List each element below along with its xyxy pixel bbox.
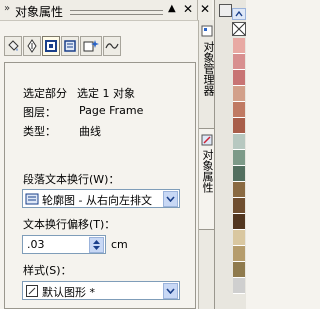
- triangle-up-icon[interactable]: ▲: [168, 3, 176, 14]
- color-swatch[interactable]: [233, 214, 245, 230]
- effects-tab[interactable]: [80, 36, 102, 56]
- color-swatch[interactable]: [233, 38, 245, 54]
- color-swatch[interactable]: [233, 102, 245, 118]
- fill-bucket-icon: [8, 40, 19, 51]
- header-separator: [197, 0, 198, 20]
- paragraph-frame-tab[interactable]: [61, 36, 79, 56]
- fill-tab[interactable]: [4, 36, 22, 56]
- color-swatch[interactable]: [233, 166, 245, 182]
- chevron-down-icon[interactable]: [163, 191, 178, 207]
- selection-label: 选定部分: [23, 87, 67, 100]
- color-swatch[interactable]: [233, 182, 245, 198]
- wave-icon: [105, 43, 119, 49]
- offset-value: .03: [27, 238, 45, 251]
- palette-scroll-up-button[interactable]: [232, 8, 246, 20]
- style-dropdown[interactable]: 默认图形 *: [22, 281, 180, 300]
- style-value: 默认图形 *: [42, 286, 95, 299]
- color-swatch[interactable]: [233, 134, 245, 150]
- chevron-up-icon: [235, 10, 243, 17]
- offset-stepper[interactable]: [89, 237, 104, 253]
- wrap-style-dropdown[interactable]: 轮廓图 - 从右向左排文: [22, 189, 180, 208]
- close-icon[interactable]: ✕: [183, 2, 193, 16]
- spin-arrows-icon: [93, 240, 100, 250]
- wrap-style-value: 轮廓图 - 从右向左排文: [42, 194, 152, 207]
- object-manager-icon: [201, 25, 213, 37]
- frame-icon: [45, 40, 57, 52]
- color-swatch[interactable]: [233, 54, 245, 70]
- side-tab-object-manager[interactable]: 对象管理器: [200, 24, 215, 124]
- contour-wrap-icon: [25, 193, 39, 205]
- docker-header[interactable]: » 对象属性 ▲ ✕ ✕: [0, 0, 212, 21]
- color-swatch[interactable]: [233, 118, 245, 134]
- color-swatch[interactable]: [233, 150, 245, 166]
- chevron-down-icon[interactable]: [163, 283, 178, 299]
- outline-tab[interactable]: [23, 36, 41, 56]
- graphic-style-icon: [26, 285, 38, 297]
- side-tab-object-properties[interactable]: 对象属性: [199, 128, 214, 230]
- color-swatch[interactable]: [233, 198, 245, 214]
- close-icon[interactable]: ✕: [200, 2, 210, 16]
- sparkle-icon: [83, 40, 99, 52]
- color-swatch[interactable]: [233, 70, 245, 86]
- pen-nib-icon: [27, 39, 37, 53]
- color-swatch[interactable]: [233, 86, 245, 102]
- color-swatch[interactable]: [233, 278, 245, 294]
- color-swatch[interactable]: [233, 246, 245, 262]
- layer-label: 图层：: [23, 106, 56, 119]
- text-wrap-settings: 选定部分 选定 1 对象 图层： Page Frame 类型： 曲线 段落文本换…: [4, 62, 196, 309]
- curve-tab[interactable]: [103, 36, 121, 56]
- header-grip-lines: [70, 10, 163, 15]
- double-chevron-right-icon[interactable]: »: [4, 3, 10, 14]
- object-properties-panel: 选定部分 选定 1 对象 图层： Page Frame 类型： 曲线 段落文本换…: [0, 32, 198, 309]
- object-properties-icon: [201, 134, 213, 146]
- offset-label: 文本换行偏移(T)：: [23, 218, 116, 231]
- text-wrap-tab[interactable]: [42, 36, 60, 56]
- color-swatch[interactable]: [233, 230, 245, 246]
- docker-title: 对象属性: [15, 5, 64, 19]
- side-tab-object-properties-label: 对象属性: [201, 149, 214, 193]
- type-value: 曲线: [79, 125, 101, 138]
- frame-icon: [64, 40, 76, 52]
- layer-value: Page Frame: [79, 104, 144, 117]
- no-fill-icon: [232, 22, 246, 36]
- wrap-label: 段落文本换行(W)：: [23, 173, 120, 186]
- no-color-swatch[interactable]: [232, 22, 246, 36]
- offset-input[interactable]: .03: [22, 235, 106, 254]
- selection-value: 选定 1 对象: [77, 87, 135, 100]
- type-label: 类型：: [23, 125, 56, 138]
- style-label: 样式(S)：: [23, 264, 72, 277]
- palette-menu-icon[interactable]: [219, 4, 232, 17]
- color-swatch[interactable]: [233, 262, 245, 278]
- offset-unit: cm: [111, 238, 128, 251]
- docker-side-tabs: 对象管理器 对象属性: [198, 20, 215, 309]
- palette-swatches: [233, 38, 245, 309]
